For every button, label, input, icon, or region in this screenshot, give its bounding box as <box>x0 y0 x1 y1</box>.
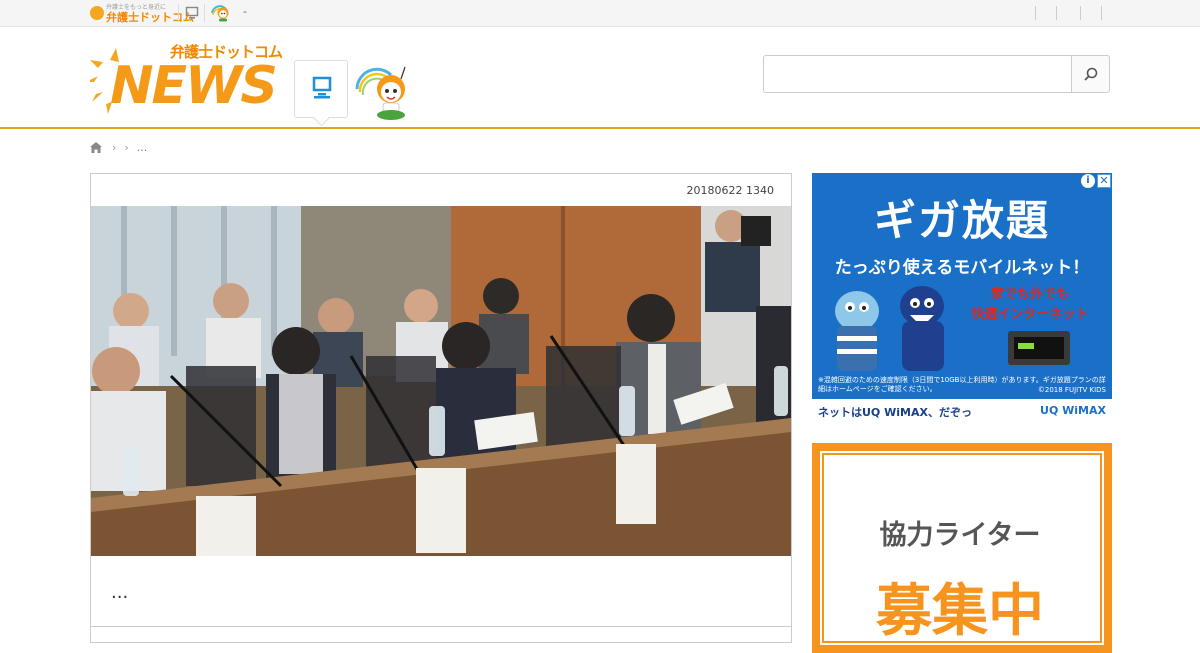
ad-credit: ©2018 FUJITV KIDS <box>1037 386 1106 394</box>
top-divider <box>178 4 179 22</box>
pc-tab[interactable] <box>294 60 348 118</box>
site-logo[interactable]: 弁護士ドットコム NEWS <box>90 40 283 120</box>
search-button[interactable] <box>1071 55 1110 93</box>
meeting-photo <box>91 206 791 556</box>
logo-news: NEWS <box>110 56 278 116</box>
ad-bubble: 家でも外でも 快適インターネット <box>970 285 1090 325</box>
mascot-icon[interactable] <box>210 3 232 23</box>
breadcrumb-separator: › <box>112 140 117 154</box>
ad-close-icon[interactable]: ✕ <box>1097 174 1111 188</box>
breadcrumb: › › ... <box>90 139 147 155</box>
mascot-icon[interactable] <box>355 63 417 121</box>
sidebar-ad-writer-recruit[interactable]: 協力ライター 募集中 <box>812 443 1112 653</box>
pc-icon[interactable] <box>185 6 199 20</box>
ad-writer-line2: 募集中 <box>876 579 1044 644</box>
top-link-divider <box>1080 6 1081 20</box>
search-input[interactable] <box>763 55 1072 93</box>
top-link-divider <box>1056 6 1057 20</box>
breadcrumb-separator: › <box>124 140 129 154</box>
ad-footer-slogan: ネットはUQ WiMAX、だぞっ <box>818 406 972 419</box>
article-card[interactable]: 20180622 1340 ... <box>90 173 792 643</box>
ad-writer-line1: 協力ライター <box>879 520 1041 551</box>
top-link-divider <box>1101 6 1102 20</box>
ad-footer: ネットはUQ WiMAX、だぞっ UQ WiMAX <box>812 399 1112 423</box>
top-divider <box>204 4 205 22</box>
breadcrumb-current: ... <box>136 140 148 154</box>
ad-headline: ギガ放題 <box>873 196 1050 245</box>
sun-icon <box>90 6 104 20</box>
ad-info-icon[interactable]: i <box>1081 174 1095 188</box>
article-title[interactable]: ... <box>111 582 128 603</box>
article-divider <box>91 626 791 627</box>
top-bar: 弁護士をもっと身近に 弁護士ドットコム - <box>0 0 1200 27</box>
ad-subhead: たっぷり使えるモバイルネット！ <box>834 258 1090 278</box>
top-site-tagline: 弁護士をもっと身近に <box>106 4 167 11</box>
ad-footer-brand: UQ WiMAX <box>1040 404 1106 417</box>
article-date: 20180622 1340 <box>686 184 774 197</box>
site-header: 弁護士ドットコム NEWS <box>0 27 1200 129</box>
search-icon <box>1083 67 1097 81</box>
ad-bubble-line1: 家でも外でも <box>990 287 1069 302</box>
pc-icon <box>312 76 332 99</box>
top-dash: - <box>243 5 247 18</box>
top-site-name: 弁護士ドットコム <box>106 11 194 24</box>
article-photo[interactable] <box>91 206 791 556</box>
top-link-divider <box>1035 6 1036 20</box>
ad-bubble-line2: 快適インターネット <box>971 307 1089 322</box>
sidebar-ad-wimax[interactable]: i ✕ ギガ放題 たっぷり使えるモバイルネット！ 家でも外でも 快適インターネッ… <box>812 173 1112 423</box>
home-icon[interactable] <box>90 141 102 153</box>
